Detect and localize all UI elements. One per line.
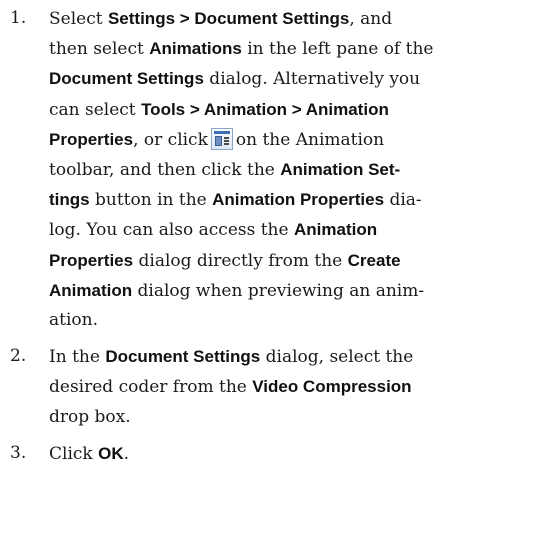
text-run: toolbar, and then click the xyxy=(49,160,281,181)
text-run: desired coder from the xyxy=(49,377,253,398)
animation-properties-icon xyxy=(210,127,233,150)
ok-label: OK xyxy=(98,443,124,463)
text-line: Select Settings > Document Settings, and xyxy=(49,4,549,34)
create-label: Create xyxy=(347,250,401,270)
text-line: can select Tools > Animation > Animation xyxy=(49,95,549,125)
step-1: 1. Select Settings > Document Settings, … xyxy=(0,4,549,335)
menu-path-tools-animation: Tools > Animation > Animation xyxy=(141,99,389,119)
animation-properties-label: Animation Properties xyxy=(212,190,385,210)
text-line: toolbar, and then click the Animation Se… xyxy=(49,155,549,185)
document-settings-label: Document Settings xyxy=(49,69,204,89)
document-settings-label: Document Settings xyxy=(105,347,261,367)
animation-settings-label: Animation Set- xyxy=(280,160,401,180)
properties-label: Properties xyxy=(49,129,134,149)
text-run: then select xyxy=(49,39,150,60)
text-line: Document Settings dialog. Alternatively … xyxy=(49,64,549,94)
step-number: 1. xyxy=(10,8,27,28)
text-line: Properties dialog directly from the Crea… xyxy=(49,246,549,276)
text-run: Select xyxy=(49,9,108,29)
text-line: In the Document Settings dialog, select … xyxy=(49,342,549,372)
text-run: dialog when previewing an anim- xyxy=(132,280,425,301)
instruction-document: 1. Select Settings > Document Settings, … xyxy=(0,4,549,476)
text-run: . xyxy=(123,443,130,464)
text-line: drop box. xyxy=(49,403,549,432)
text-run: dia- xyxy=(384,190,422,211)
text-run: on the Animation xyxy=(235,129,385,150)
step-2: 2. In the Document Settings dialog, sele… xyxy=(0,342,549,432)
text-run: dialog, select the xyxy=(260,347,414,368)
text-line: desired coder from the Video Compression xyxy=(49,372,549,402)
video-compression-label: Video Compression xyxy=(252,377,412,397)
animations-label: Animations xyxy=(149,39,242,59)
step-3: 3. Click OK. xyxy=(0,439,549,469)
text-line: Properties, or click on the Animation xyxy=(49,125,549,155)
text-run: In the xyxy=(49,347,106,368)
text-run: , and xyxy=(349,9,393,29)
text-run: can select xyxy=(49,99,142,120)
text-run: dialog. Alternatively you xyxy=(203,69,421,90)
animation-settings-label-cont: tings xyxy=(49,190,90,210)
steps-list: 1. Select Settings > Document Settings, … xyxy=(0,4,549,469)
step-number: 2. xyxy=(10,346,27,367)
text-run: drop box. xyxy=(49,406,131,427)
text-line: Click OK. xyxy=(49,439,549,469)
text-line: log. You can also access the Animation xyxy=(49,215,549,245)
text-run: , or click xyxy=(133,129,208,150)
text-line: tings button in the Animation Properties… xyxy=(49,185,549,215)
text-line: ation. xyxy=(49,306,549,335)
text-run: Click xyxy=(49,443,99,464)
text-run: log. You can also access the xyxy=(49,220,294,241)
animation-label: Animation xyxy=(293,220,378,240)
properties-label: Properties xyxy=(49,250,134,270)
text-line: Animation dialog when previewing an anim… xyxy=(49,276,549,306)
text-run: in the left pane of the xyxy=(241,39,434,60)
text-run: dialog directly from the xyxy=(133,250,348,271)
text-run: button in the xyxy=(89,190,213,211)
menu-path-settings-document-settings: Settings > Document Settings xyxy=(107,9,350,28)
text-line: then select Animations in the left pane … xyxy=(49,34,549,64)
step-number: 3. xyxy=(10,442,27,463)
animation-label: Animation xyxy=(49,280,133,300)
text-run: ation. xyxy=(49,310,98,331)
